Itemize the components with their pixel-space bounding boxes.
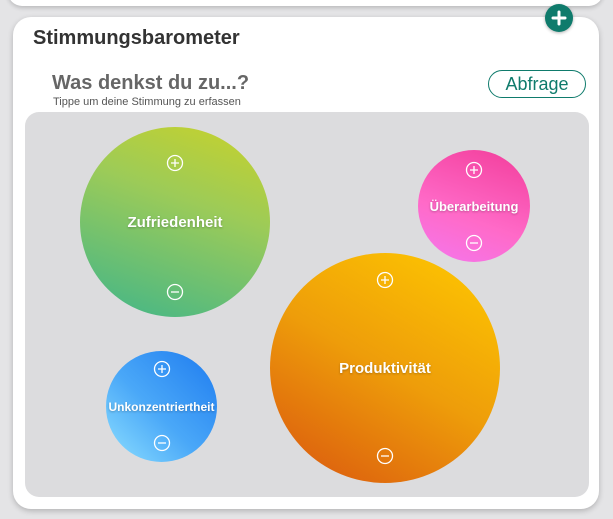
poll-button[interactable]: Abfrage: [488, 70, 586, 98]
increase-mood-icon[interactable]: [376, 271, 394, 289]
card-title: Stimmungsbarometer: [33, 27, 240, 49]
increase-mood-icon[interactable]: [166, 154, 184, 172]
decrease-mood-icon[interactable]: [376, 447, 394, 465]
decrease-mood-icon[interactable]: [465, 234, 483, 252]
mood-bubble-zufriedenheit[interactable]: Zufriedenheit: [80, 127, 270, 317]
mood-label: Unkonzentriertheit: [108, 399, 215, 414]
mood-label: Überarbeitung: [429, 198, 519, 214]
increase-mood-icon[interactable]: [465, 161, 483, 179]
mood-bubble-ueberarbeitung[interactable]: Überarbeitung: [418, 150, 530, 262]
increase-mood-icon[interactable]: [153, 360, 171, 378]
mood-bubble-produktivitaet[interactable]: Produktivität: [270, 253, 500, 483]
plus-icon: [551, 10, 567, 26]
mood-label: Produktivität: [339, 359, 431, 377]
previous-card-edge: [8, 0, 603, 6]
add-button[interactable]: [545, 4, 573, 32]
mood-bubble-unkonzentriertheit[interactable]: Unkonzentriertheit: [106, 351, 217, 462]
hint-text: Tippe um deine Stimmung zu erfassen: [53, 96, 241, 108]
question-heading: Was denkst du zu...?: [52, 72, 250, 94]
decrease-mood-icon[interactable]: [153, 434, 171, 452]
mood-label: Zufriedenheit: [127, 213, 223, 231]
decrease-mood-icon[interactable]: [166, 283, 184, 301]
